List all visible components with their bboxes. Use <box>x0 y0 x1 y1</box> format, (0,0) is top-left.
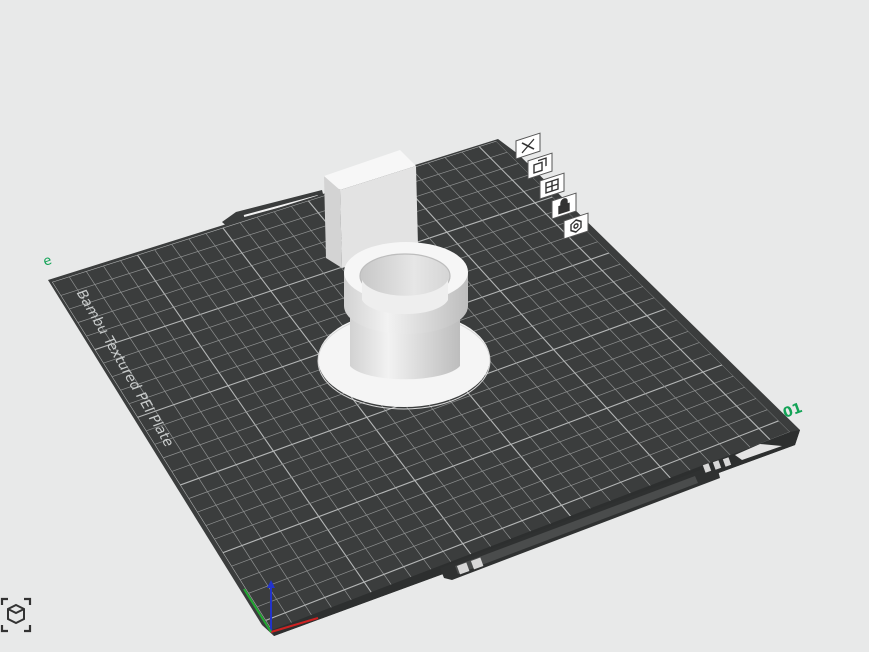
plate-corner-label-left: e <box>41 253 54 270</box>
copy-button[interactable] <box>527 152 553 180</box>
view-cube-button[interactable] <box>0 595 38 639</box>
model-back-block-side <box>324 176 342 268</box>
plate-number-label: 01 <box>781 400 805 422</box>
view-cube-icon <box>0 597 32 633</box>
delete-button[interactable] <box>515 132 541 160</box>
3d-viewport[interactable]: Bambu Textured PEI Plate e 01 <box>0 0 869 652</box>
copy-button-bg <box>527 152 553 180</box>
scene-canvas[interactable]: Bambu Textured PEI Plate e 01 <box>0 0 869 652</box>
arrange-button[interactable] <box>539 172 565 200</box>
